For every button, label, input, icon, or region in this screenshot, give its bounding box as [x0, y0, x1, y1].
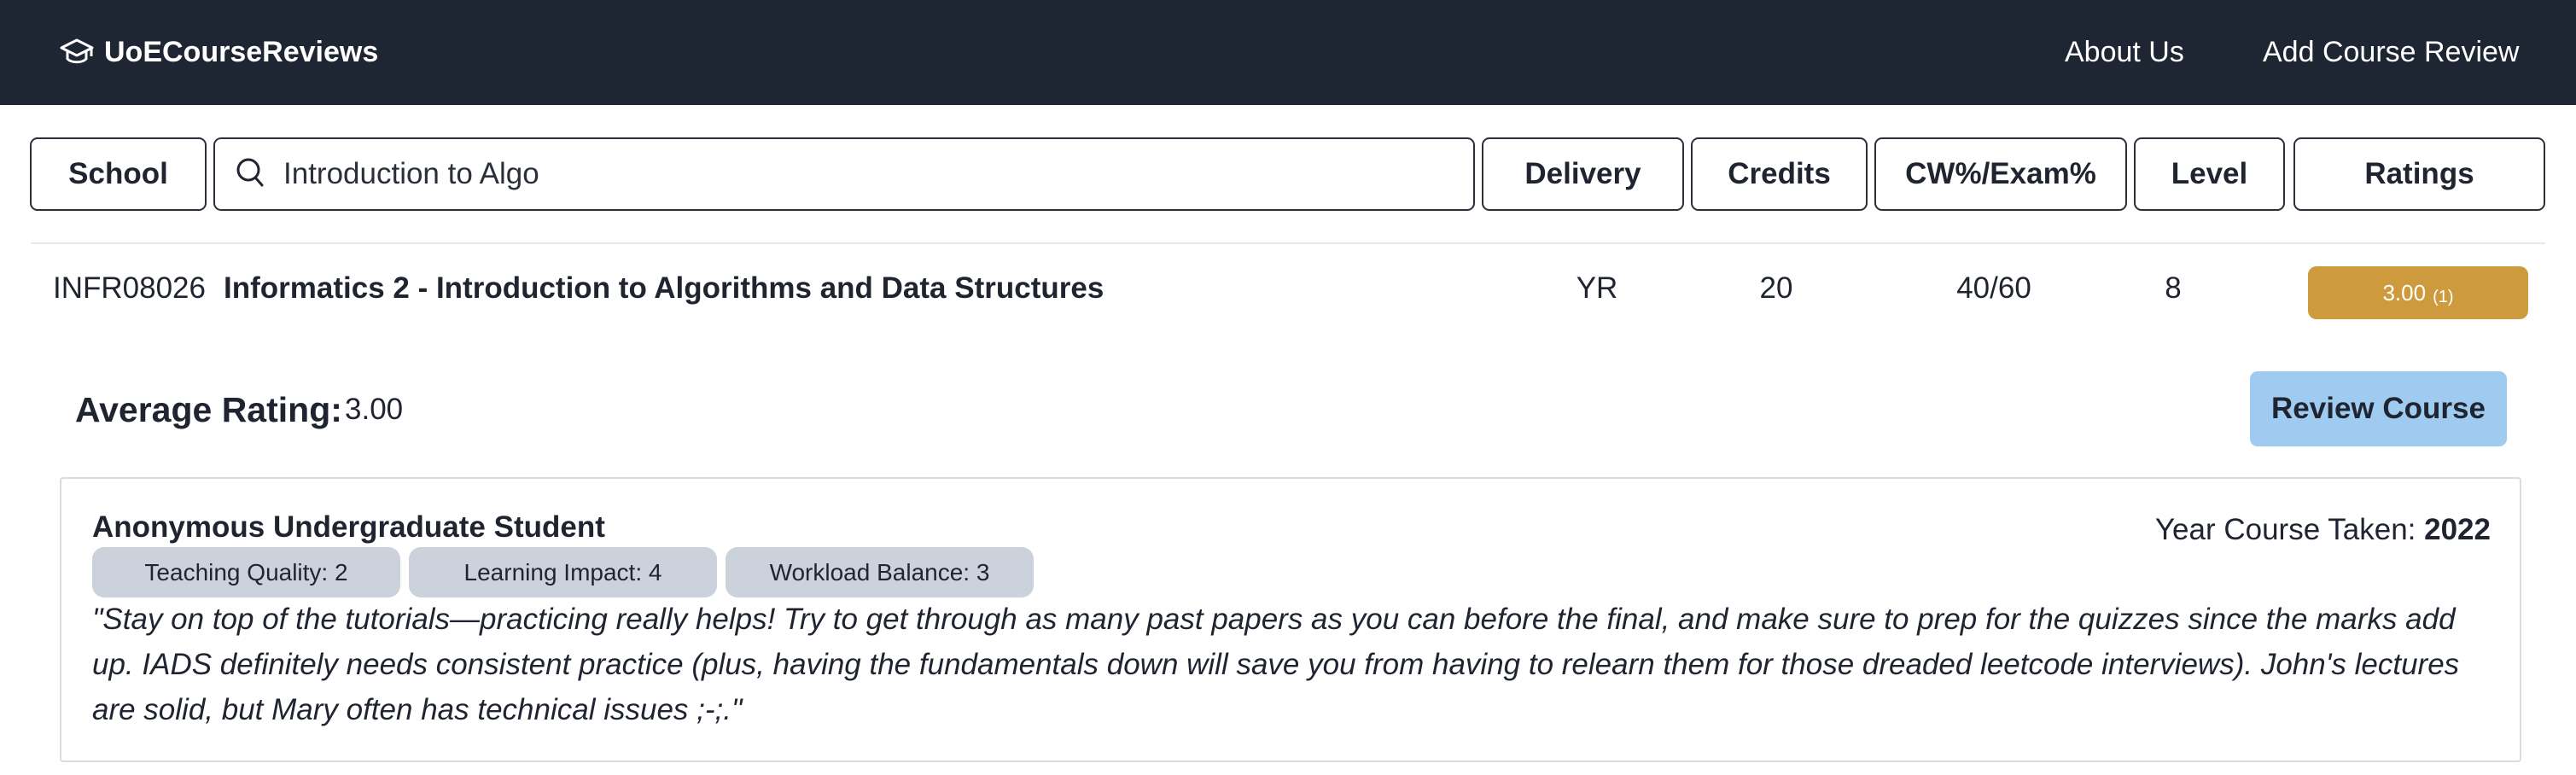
tag-learning-impact: Learning Impact: 4 [409, 547, 717, 597]
year-course-taken: Year Course Taken: 2022 [2155, 511, 2491, 549]
review-tags: Teaching Quality: 2 Learning Impact: 4 W… [92, 547, 1034, 597]
tag-workload-balance: Workload Balance: 3 [726, 547, 1034, 597]
school-filter-button[interactable]: School [30, 137, 207, 211]
course-cw-exam: 40/60 [1956, 271, 2031, 305]
year-value: 2022 [2424, 513, 2491, 546]
nav-about-us[interactable]: About Us [2065, 31, 2184, 73]
course-level: 8 [2165, 271, 2182, 305]
course-name: Informatics 2 - Introduction to Algorith… [224, 271, 1104, 305]
review-course-button[interactable]: Review Course [2250, 371, 2507, 446]
search-input[interactable] [283, 157, 1427, 191]
average-rating-value: 3.00 [345, 393, 404, 426]
review-author: Anonymous Undergraduate Student [92, 510, 605, 544]
rating-value: 3.00 [2382, 279, 2427, 306]
rating-count: (1) [2433, 287, 2454, 306]
search-icon [215, 155, 268, 194]
year-label: Year Course Taken: [2154, 513, 2416, 546]
ratings-filter-button[interactable]: Ratings [2293, 137, 2545, 211]
course-credits: 20 [1759, 271, 1793, 305]
average-rating-label: Average Rating: [75, 390, 342, 429]
credits-filter-button[interactable]: Credits [1691, 137, 1868, 211]
course-delivery: YR [1576, 271, 1618, 305]
review-card: Anonymous Undergraduate Student Year Cou… [60, 477, 2521, 762]
course-code: INFR08026 [53, 271, 206, 305]
delivery-filter-button[interactable]: Delivery [1482, 137, 1684, 211]
cw-exam-filter-button[interactable]: CW%/Exam% [1874, 137, 2127, 211]
nav-add-course-review[interactable]: Add Course Review [2263, 31, 2519, 73]
level-filter-button[interactable]: Level [2134, 137, 2285, 211]
tag-teaching-quality: Teaching Quality: 2 [92, 547, 400, 597]
brand-link[interactable]: UoECourseReviews [60, 31, 378, 73]
graduation-cap-icon [60, 38, 94, 67]
top-navbar: UoECourseReviews About Us Add Course Rev… [0, 0, 2576, 105]
brand-name: UoECourseReviews [104, 35, 379, 68]
course-row[interactable]: INFR08026 Informatics 2 - Introduction t… [31, 244, 2545, 333]
review-text: "Stay on top of the tutorials—practicing… [92, 603, 2460, 726]
rating-badge: 3.00 (1) [2308, 266, 2528, 319]
search-field[interactable] [213, 137, 1475, 211]
